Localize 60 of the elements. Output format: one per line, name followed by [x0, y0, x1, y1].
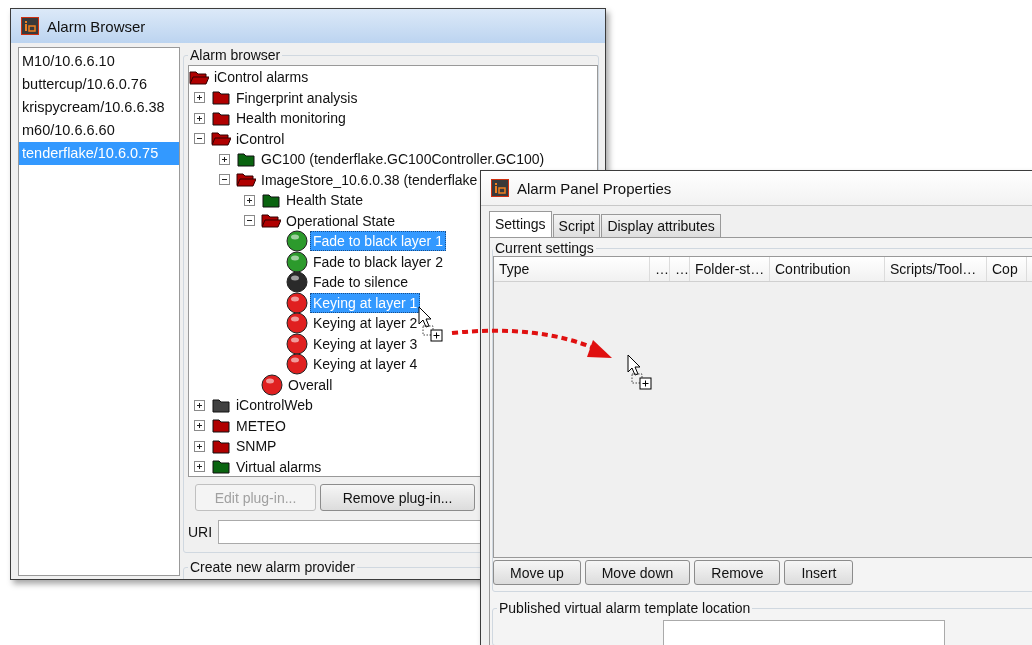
tree-item[interactable]: Keying at layer 2: [310, 313, 421, 334]
collapse-icon[interactable]: [194, 133, 205, 145]
host-item[interactable]: m60/10.6.6.60: [19, 119, 179, 142]
tab[interactable]: Settings: [489, 211, 552, 237]
tab[interactable]: Script: [552, 214, 601, 237]
group-title: Published virtual alarm template location: [498, 600, 752, 616]
column-header[interactable]: Scripts/Tool…: [885, 257, 987, 281]
column-header[interactable]: …: [670, 257, 690, 281]
tree-item[interactable]: Virtual alarms: [233, 456, 325, 476]
app-logo-icon: [491, 179, 509, 197]
tree-item[interactable]: iControl alarms: [211, 67, 312, 88]
collapse-icon[interactable]: [219, 174, 230, 186]
host-item[interactable]: krispycream/10.6.6.38: [19, 96, 179, 119]
tree-item[interactable]: METEO: [233, 415, 289, 436]
expand-icon[interactable]: [219, 153, 230, 165]
table-button[interactable]: Insert: [784, 560, 854, 585]
expand-icon[interactable]: [194, 461, 205, 473]
column-header[interactable]: Cop: [987, 257, 1027, 281]
tree-item[interactable]: SNMP: [233, 436, 280, 457]
group-title: Alarm browser: [189, 47, 282, 63]
tree-item[interactable]: GC100 (tenderflake.GC100Controller.GC100): [258, 149, 548, 170]
expand-icon[interactable]: [244, 194, 255, 206]
tree-item[interactable]: Fade to silence: [310, 272, 411, 293]
host-item[interactable]: M10/10.6.6.10: [19, 50, 179, 73]
expand-icon[interactable]: [194, 112, 205, 124]
expand-icon[interactable]: [194, 420, 205, 432]
expand-icon[interactable]: [194, 399, 205, 411]
tree-item[interactable]: Fingerprint analysis: [233, 87, 361, 108]
tree-item[interactable]: Health monitoring: [233, 108, 349, 129]
tree-item[interactable]: iControl: [233, 128, 288, 149]
tree-item[interactable]: ImageStore_10.6.0.38 (tenderflake: [258, 169, 481, 190]
field-label: URI: [188, 524, 213, 540]
tree-item[interactable]: Keying at layer 3: [310, 333, 421, 354]
column-header[interactable]: Contribution: [770, 257, 885, 281]
app-logo-icon: [21, 17, 39, 35]
drag-cursor-icon: [418, 306, 444, 342]
window-title: Alarm Browser: [47, 17, 146, 35]
expand-icon[interactable]: [194, 92, 205, 104]
tree-item[interactable]: Operational State: [283, 210, 398, 231]
tree-item[interactable]: Fade to black layer 2: [310, 251, 446, 272]
tree-item[interactable]: Keying at layer 4: [310, 354, 421, 375]
expand-icon[interactable]: [194, 440, 205, 452]
window-title: Alarm Panel Properties: [517, 179, 672, 197]
group-title: Current settings: [494, 240, 595, 256]
table-button[interactable]: Move down: [584, 560, 691, 585]
host-item[interactable]: buttercup/10.6.0.76: [19, 73, 179, 96]
tab[interactable]: Display attributes: [601, 214, 721, 237]
plugin-button[interactable]: Remove plug-in...: [320, 484, 475, 511]
column-header[interactable]: Type: [494, 257, 650, 281]
column-header[interactable]: …: [650, 257, 670, 281]
table-button[interactable]: Move up: [493, 560, 581, 585]
tree-item[interactable]: Health State: [283, 190, 367, 211]
tree-item[interactable]: iControlWeb: [233, 395, 316, 416]
location-field[interactable]: [663, 620, 945, 645]
group-title: Create new alarm provider: [189, 559, 356, 575]
collapse-icon[interactable]: [244, 215, 255, 227]
drag-cursor-icon: [627, 354, 653, 390]
column-header[interactable]: Folder-st…: [690, 257, 770, 281]
table-button[interactable]: Remove: [694, 560, 781, 585]
tree-item[interactable]: Overall: [285, 374, 336, 395]
